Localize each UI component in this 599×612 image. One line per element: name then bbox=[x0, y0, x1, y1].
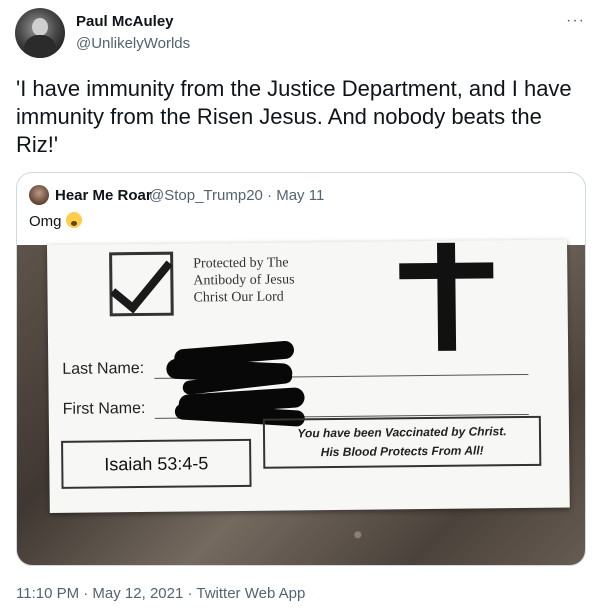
quoted-tweet[interactable]: Hear Me Roar @Stop_Trump20 · May 11 Omg … bbox=[16, 172, 586, 566]
quoted-author-meta[interactable]: @Stop_Trump20 · May 11 bbox=[149, 187, 324, 204]
author-handle[interactable]: @UnlikelyWorlds bbox=[76, 35, 190, 52]
cross-icon bbox=[436, 242, 457, 351]
astonished-face-emoji-icon bbox=[65, 212, 82, 228]
vaccinated-line-1: You have been Vaccinated by Christ. bbox=[297, 424, 507, 441]
tweet: Paul McAuley @UnlikelyWorlds ··· 'I have… bbox=[0, 0, 599, 612]
tweet-text: 'I have immunity from the Justice Depart… bbox=[16, 76, 572, 157]
scripture-reference-box: Isaiah 53:4-5 bbox=[61, 438, 252, 489]
last-name-label: Last Name: bbox=[62, 359, 145, 378]
tweet-timestamp[interactable]: 11:10 PM · May 12, 2021 · Twitter Web Ap… bbox=[16, 585, 305, 602]
checkmark-icon bbox=[110, 246, 173, 314]
vaccinated-box: You have been Vaccinated by Christ. His … bbox=[262, 415, 542, 469]
quoted-avatar[interactable] bbox=[29, 185, 49, 205]
vaccination-card: Protected by The Antibody of Jesus Chris… bbox=[47, 239, 570, 513]
first-name-label: First Name: bbox=[62, 399, 146, 418]
quoted-photo[interactable]: Protected by The Antibody of Jesus Chris… bbox=[17, 239, 585, 565]
cross-bar bbox=[399, 262, 494, 280]
author-avatar[interactable] bbox=[15, 8, 65, 58]
quoted-author-name[interactable]: Hear Me Roar bbox=[55, 187, 152, 204]
avatar-head bbox=[32, 18, 48, 36]
protected-text: Protected by The Antibody of Jesus Chris… bbox=[193, 255, 295, 306]
scripture-reference: Isaiah 53:4-5 bbox=[104, 452, 209, 474]
quoted-text-container: Omg bbox=[29, 212, 82, 230]
author-name[interactable]: Paul McAuley bbox=[76, 13, 174, 30]
more-options-icon[interactable]: ··· bbox=[566, 12, 585, 30]
avatar-body bbox=[24, 35, 56, 58]
vaccinated-line-2: His Blood Protects From All! bbox=[320, 443, 484, 460]
checkbox-icon bbox=[109, 246, 174, 317]
quoted-text: Omg bbox=[29, 213, 62, 230]
